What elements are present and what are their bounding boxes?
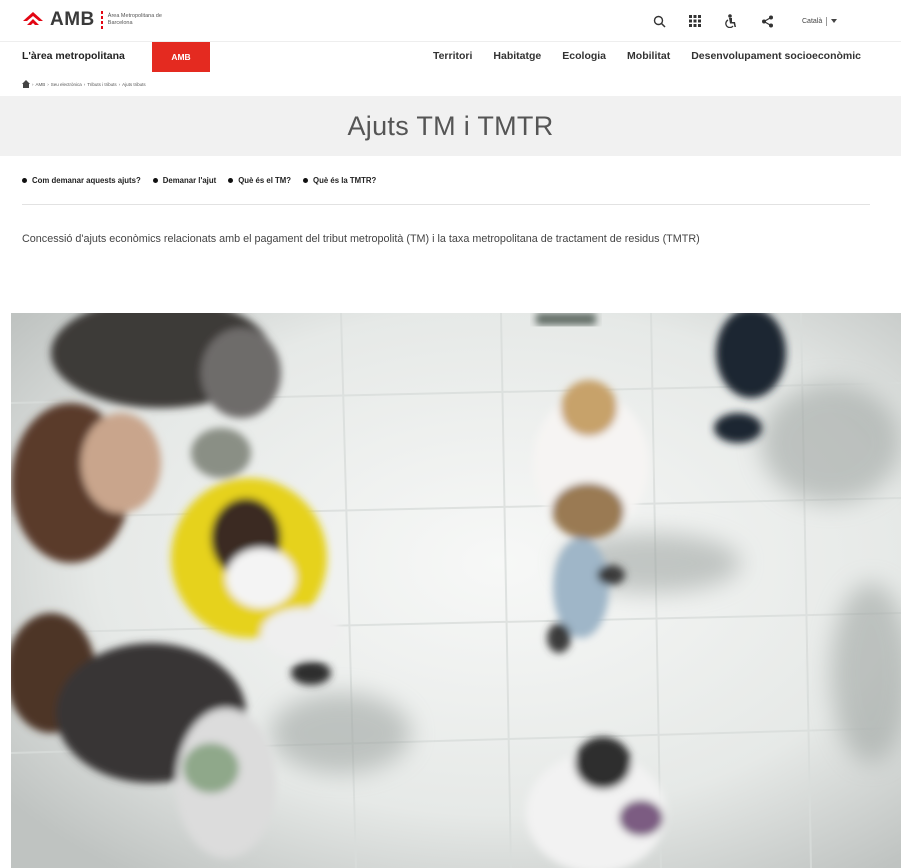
logo-text: AMB [50, 9, 95, 30]
breadcrumb: › AMB › Seu electrònica › Tributs i trib… [22, 80, 146, 88]
nav-item-ecologia[interactable]: Ecologia [562, 50, 606, 62]
divider [22, 204, 870, 205]
page-description: Concessió d'ajuts econòmics relacionats … [22, 233, 700, 245]
anchor-demanar-ajut[interactable]: Demanar l'ajut [152, 176, 217, 185]
main-nav: L'àrea metropolitana AMB Territori Habit… [0, 41, 901, 72]
hero-image [11, 313, 901, 868]
breadcrumb-current: Ajuts tributs [122, 81, 146, 87]
anchor-label: Demanar l'ajut [162, 176, 217, 185]
nav-amb-tab[interactable]: AMB [152, 42, 210, 72]
anchor-que-es-tm[interactable]: Què és el TM? [228, 176, 291, 185]
breadcrumb-item[interactable]: Seu electrònica [51, 82, 82, 87]
amb-logo[interactable]: AMB Àrea Metropolitana de Barcelona [22, 8, 168, 32]
nav-item-mobilitat[interactable]: Mobilitat [627, 50, 670, 62]
nav-item-desenvolupament[interactable]: Desenvolupament socioeconòmic [691, 50, 861, 62]
anchor-que-es-tmtr[interactable]: Què és la TMTR? [303, 176, 376, 185]
anchor-label: Què és el TM? [238, 176, 292, 185]
anchor-label: Com demanar aquests ajuts? [32, 176, 141, 185]
language-divider [826, 16, 828, 26]
nav-item-habitatge[interactable]: Habitatge [493, 50, 541, 62]
chevron-down-icon [831, 19, 838, 23]
breadcrumb-item[interactable]: Tributs i tributs [87, 82, 116, 87]
breadcrumb-item[interactable]: AMB [36, 82, 46, 87]
anchor-com-demanar[interactable]: Com demanar aquests ajuts? [22, 176, 141, 185]
share-icon[interactable] [758, 12, 776, 30]
nav-item-territori[interactable]: Territori [433, 50, 472, 62]
logo-subtitle: Àrea Metropolitana de Barcelona [107, 13, 162, 26]
nav-home-link[interactable]: L'àrea metropolitana [22, 50, 125, 62]
language-selector[interactable]: Català [802, 16, 838, 26]
header-tools: Català [650, 12, 838, 30]
language-label: Català [802, 17, 823, 25]
amb-logo-icon [22, 11, 44, 29]
bullet-icon [303, 178, 309, 183]
bullet-icon [22, 178, 27, 183]
nav-menu: Territori Habitatge Ecologia Mobilitat D… [433, 50, 861, 62]
logo-separator [100, 11, 103, 29]
title-band: Ajuts TM i TMTR [0, 96, 901, 156]
search-icon[interactable] [650, 12, 668, 30]
anchor-links: Com demanar aquests ajuts? Demanar l'aju… [22, 176, 376, 185]
home-icon[interactable] [22, 80, 30, 88]
anchor-label: Què és la TMTR? [313, 176, 377, 185]
page-title: Ajuts TM i TMTR [347, 111, 554, 141]
site-header: AMB Àrea Metropolitana de Barcelona Cata… [0, 0, 901, 38]
bullet-icon [228, 178, 234, 183]
apps-grid-icon[interactable] [686, 12, 704, 30]
accessibility-icon[interactable] [722, 12, 740, 30]
bullet-icon [152, 178, 158, 183]
